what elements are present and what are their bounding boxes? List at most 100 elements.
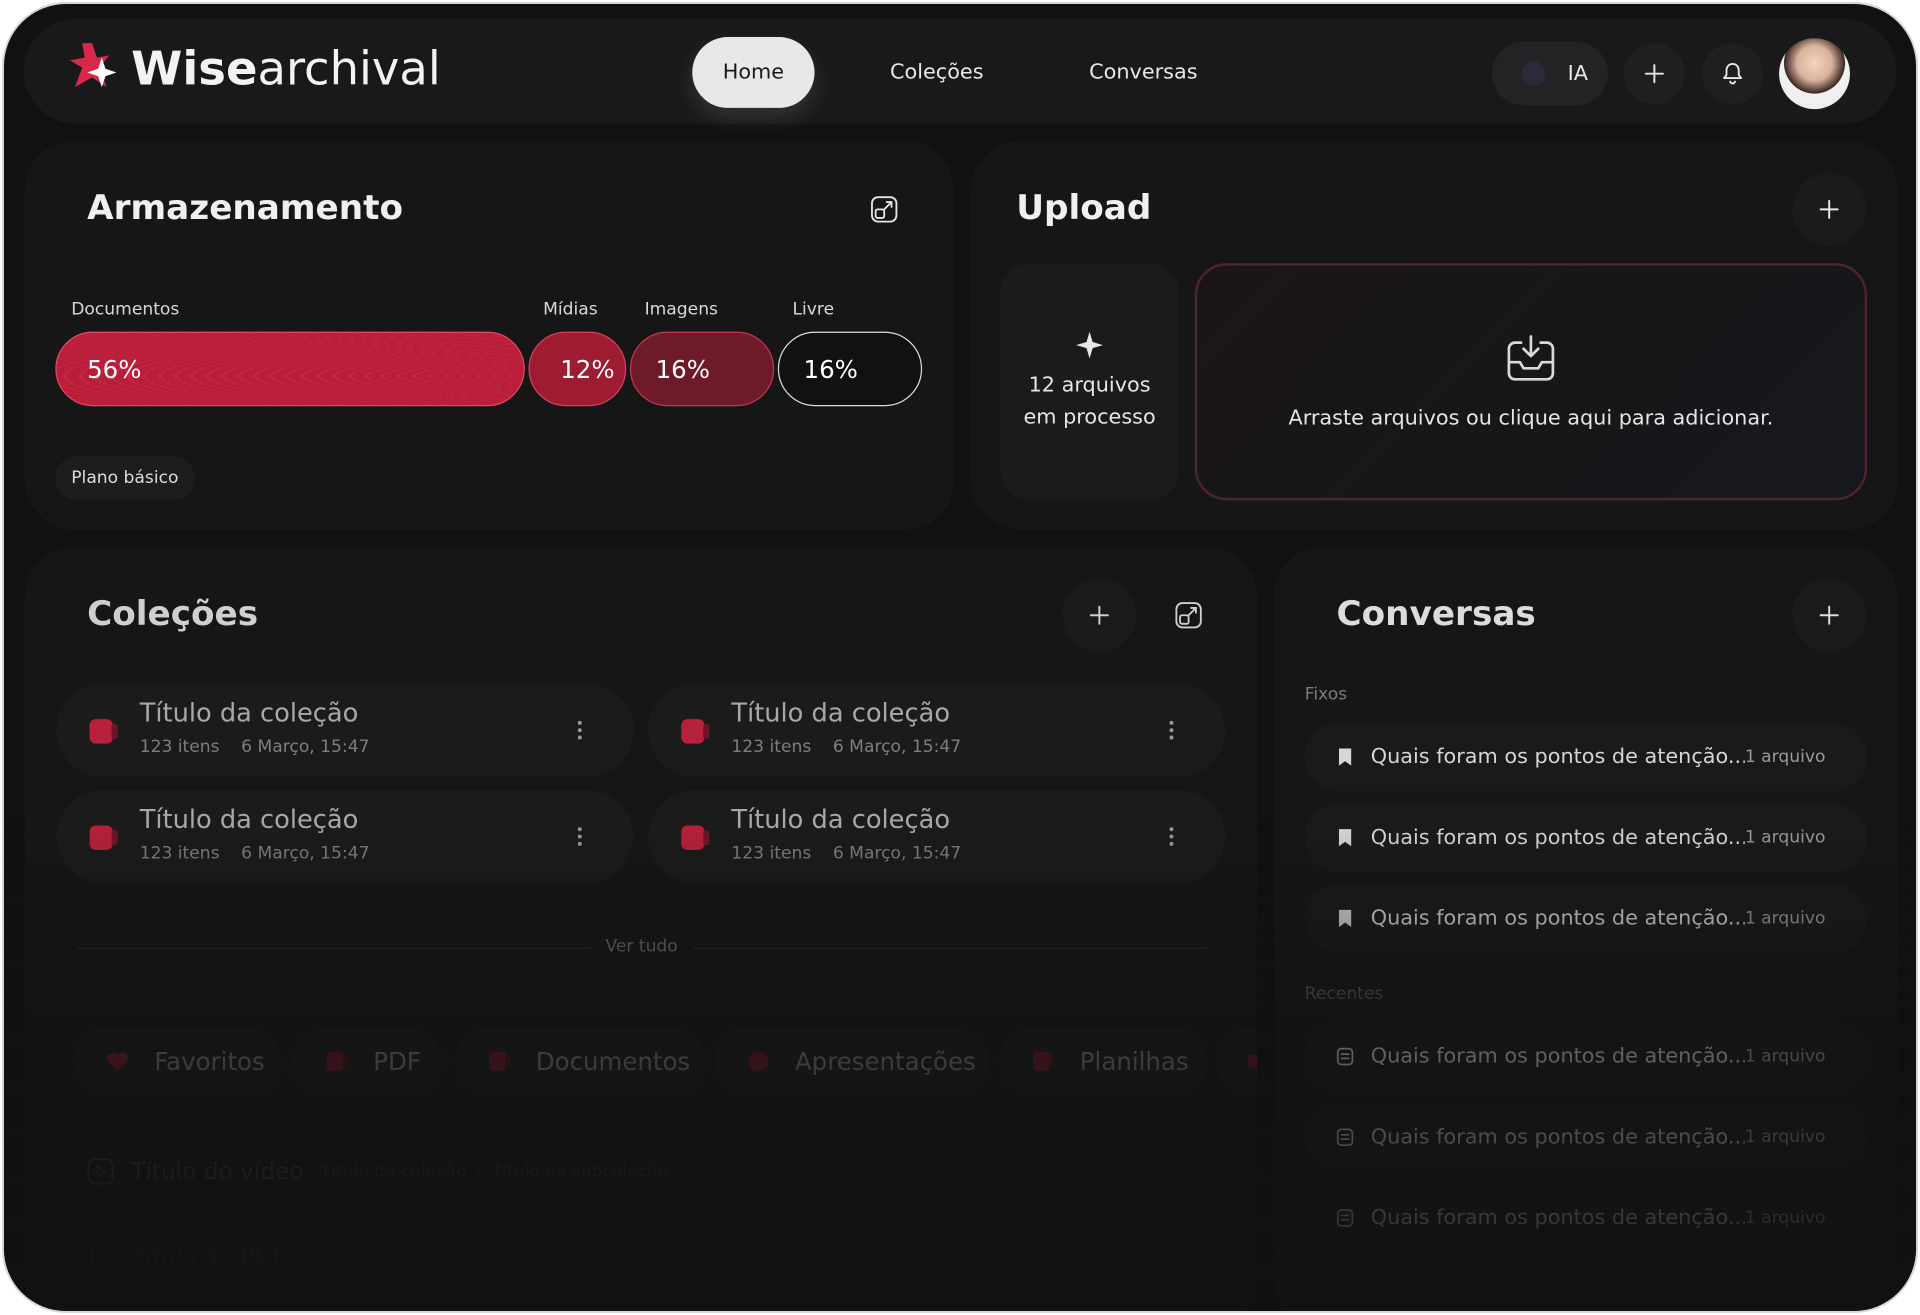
folder-icon [1247,1054,1258,1069]
processing-status: 12 arquivos em processo [1000,263,1179,501]
recent-conversation[interactable]: Quais foram os pontos de atenção... 1 ar… [1304,1022,1868,1091]
new-conversation-button[interactable] [1792,578,1866,652]
bookmark-icon [1338,909,1352,927]
upload-dropzone[interactable]: Arraste arquivos ou clique aqui para adi… [1194,263,1868,501]
chip-planilhas[interactable]: Planilhas [999,1028,1207,1095]
folder-icon [681,719,710,744]
conversations-title: Conversas [1336,593,1536,634]
heart-icon [107,1052,129,1072]
storage-title: Armazenamento [87,187,404,228]
collection-item[interactable]: Título da coleção 123 itens 6 Março, 15:… [648,683,1226,777]
collection-count: 123 itens [139,737,220,758]
collection-date: 6 Março, 15:47 [832,737,962,758]
dropzone-text: Arraste arquivos ou clique aqui para adi… [1288,406,1774,431]
upload-add-button[interactable] [1792,172,1866,247]
add-collection-button[interactable] [1062,578,1137,652]
pinned-conversation[interactable]: Quais foram os pontos de atenção... 1 ar… [1304,803,1868,872]
chip-favoritos[interactable]: Favoritos [73,1028,282,1095]
more-options-button[interactable] [568,822,592,851]
brand-logo[interactable]: Wisearchival [68,41,441,97]
conversation-files: 1 arquivo [1744,1208,1826,1228]
file-path-separator: / [457,1247,464,1267]
file-path-subcollection: Título da subcoleção [473,1247,650,1267]
app-window: Wisearchival Home Coleções Conversas IA … [4,4,1916,1311]
file-path-collection: Título da coleção [302,1247,449,1267]
bell-icon [1723,62,1743,85]
conversation-files: 1 arquivo [1744,908,1826,929]
collection-title: Título da coleção [139,804,359,835]
folder-icon [681,825,710,850]
tab-home[interactable]: Home [692,37,815,108]
collection-date: 6 Março, 15:47 [241,737,370,758]
plus-icon [1819,199,1839,219]
more-vertical-icon [1169,720,1174,740]
conversation-text: Quais foram os pontos de atenção... [1370,825,1745,850]
add-button[interactable] [1623,43,1685,105]
more-options-button[interactable] [1159,822,1183,851]
collection-item[interactable]: Título da coleção 123 itens 6 Março, 15:… [56,683,634,777]
recent-file-row[interactable]: Título do vídeo Título da coleção / Títu… [87,1158,668,1185]
tab-colecoes[interactable]: Coleções [860,37,1014,108]
user-avatar[interactable] [1779,38,1850,110]
recent-conversation[interactable]: Quais foram os pontos de atenção... 1 ar… [1304,1103,1868,1172]
collection-date: 6 Março, 15:47 [241,843,370,864]
segment-label-imagens: Imagens [644,299,718,320]
chip-label: Apresentações [794,1046,976,1077]
more-vertical-icon [577,720,582,740]
pdf-folder-icon [326,1051,348,1072]
video-file-icon [87,1158,114,1185]
expand-collections-button[interactable] [1164,591,1213,640]
inbox-download-icon [1507,335,1555,381]
collection-count: 123 itens [731,737,812,758]
segment-label-livre: Livre [792,299,835,320]
collection-item[interactable]: Título da coleção 123 itens 6 Março, 15:… [56,790,634,883]
pinned-conversation[interactable]: Quais foram os pontos de atenção... 1 ar… [1304,884,1868,953]
collection-title: Título da coleção [731,804,951,835]
chip-apresentacoes[interactable]: Apresentações [714,1028,989,1095]
recent-section-label: Recentes [1304,984,1384,1005]
expand-icon [1175,602,1202,629]
collection-date: 6 Março, 15:47 [832,843,962,864]
more-options-button[interactable] [1159,715,1183,744]
more-vertical-icon [1169,827,1174,846]
chip-label: Favoritos [154,1046,265,1077]
processing-text: 12 arquivos em processo [1023,373,1156,430]
storage-bar-livre[interactable]: 16% [777,331,923,407]
conversation-text: Quais foram os pontos de atenção... [1370,1125,1745,1150]
collection-item[interactable]: Título da coleção 123 itens 6 Março, 15:… [648,790,1226,883]
plus-icon [1089,605,1109,625]
chip-pdf[interactable]: PDF [292,1028,442,1095]
plan-badge: Plano básico [55,456,195,501]
recent-file-row[interactable]: Título do PDF Título da coleção / Título… [87,1244,650,1271]
notifications-button[interactable] [1702,43,1764,105]
expand-storage-button[interactable] [860,185,909,234]
sparkle-icon [1076,331,1104,359]
chip-documentos[interactable]: Documentos [455,1028,706,1095]
chat-doc-icon [1336,1128,1354,1147]
conversation-files: 1 arquivo [1744,827,1826,848]
storage-bar-imagens[interactable]: 16% [629,331,775,407]
ai-toggle[interactable]: IA [1491,41,1608,106]
upload-title: Upload [1016,187,1152,228]
collection-count: 123 itens [731,843,812,864]
folder-icon [89,719,118,744]
plus-icon [1819,605,1839,625]
more-options-button[interactable] [568,715,592,744]
pinned-conversation[interactable]: Quais foram os pontos de atenção... 1 ar… [1304,722,1868,792]
file-path-subcollection: Título da subcoleção [491,1161,669,1182]
pdf-file-icon [91,1245,111,1270]
ai-indicator [1521,61,1546,86]
collections-card [24,546,1258,1311]
collection-count: 123 itens [139,843,220,864]
ai-label: IA [1567,61,1588,86]
storage-bar-midias[interactable]: 12% [528,331,627,407]
see-all-link[interactable]: Ver tudo [605,937,677,957]
bookmark-icon [1338,748,1352,766]
storage-bar-documentos[interactable]: 56% [55,331,525,407]
tab-conversas[interactable]: Conversas [1070,37,1217,108]
conversation-text: Quais foram os pontos de atenção... [1370,906,1745,931]
chat-doc-icon [1336,1209,1354,1227]
recent-conversation[interactable]: Quais foram os pontos de atenção... 1 ar… [1304,1183,1868,1253]
conversation-files: 1 arquivo [1744,747,1826,767]
segment-label-documentos: Documentos [71,299,180,320]
